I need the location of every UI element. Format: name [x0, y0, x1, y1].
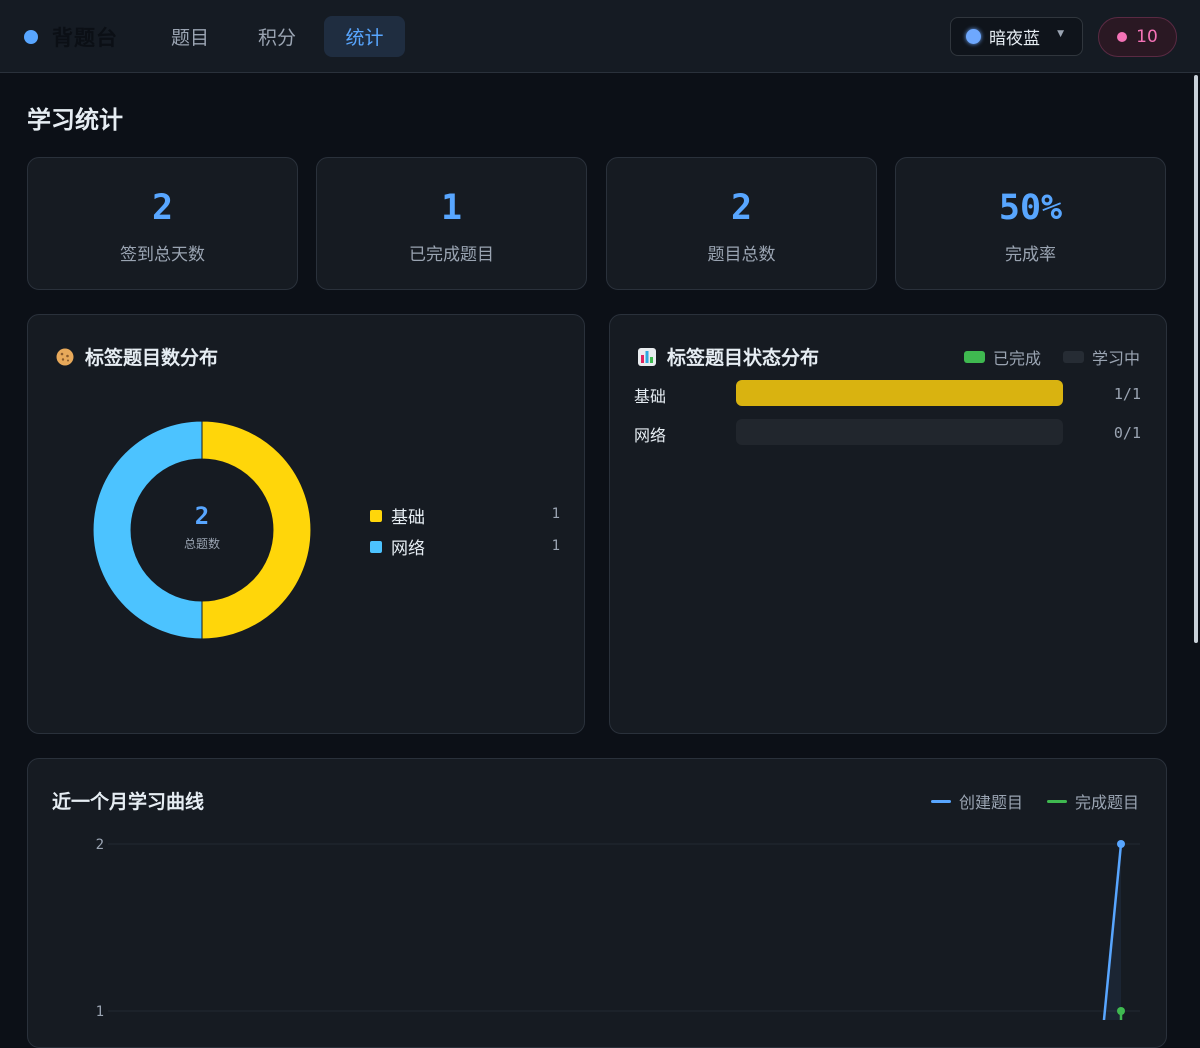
- legend-label: 创建题目: [959, 793, 1024, 812]
- bar-label-network: 网络: [634, 426, 667, 445]
- bar-count-basic: 1/1: [1113, 385, 1141, 403]
- legend-count: 1: [551, 538, 560, 554]
- y-tick-label: 2: [96, 837, 104, 853]
- chevron-down-icon: ▼: [1057, 29, 1064, 39]
- panel-title-text: 标签题目数分布: [85, 347, 219, 369]
- legend-item-created: 创建题目: [931, 789, 1023, 813]
- tag-distribution-title: 标签题目数分布: [55, 343, 218, 370]
- legend-swatch: [931, 799, 951, 803]
- legend-item-completed: 已完成: [964, 345, 1041, 369]
- legend-swatch: [370, 509, 382, 522]
- legend-label: 完成题目: [1075, 793, 1140, 812]
- theme-color-dot-icon: [966, 29, 981, 44]
- brand-dot-icon: [24, 30, 38, 44]
- stat-label: 题目总数: [707, 245, 776, 265]
- bar-track-network: [736, 419, 1063, 445]
- legend-item-network: 网络: [370, 534, 425, 559]
- panel-title-text: 标签题目状态分布: [667, 347, 820, 369]
- tab-points[interactable]: 积分: [242, 16, 312, 57]
- points-badge[interactable]: 10: [1098, 17, 1177, 57]
- legend-item-basic: 基础: [370, 503, 425, 528]
- stat-label: 签到总天数: [120, 245, 205, 265]
- theme-select-value: 暗夜蓝: [989, 29, 1040, 49]
- legend-count: 1: [551, 506, 560, 522]
- bar-count-network: 0/1: [1113, 424, 1141, 442]
- scrollbar-thumb[interactable]: [1194, 75, 1198, 643]
- stat-value: 50%: [998, 188, 1063, 228]
- donut-slice-basic[interactable]: [201, 420, 312, 640]
- stat-label: 已完成题目: [409, 245, 494, 265]
- y-tick-label: 1: [96, 1004, 104, 1020]
- bar-track-basic: [736, 380, 1063, 406]
- tab-statistics[interactable]: 统计: [324, 16, 405, 57]
- stat-card-checkin-days: 2 签到总天数: [27, 157, 298, 290]
- stat-label: 完成率: [1005, 245, 1056, 265]
- learning-curve-title: 近一个月学习曲线: [52, 791, 205, 813]
- tag-status-title: 标签题目状态分布: [637, 343, 819, 370]
- stat-card-completed: 1 已完成题目: [316, 157, 587, 290]
- stat-value: 2: [730, 188, 753, 228]
- donut-total-value: 2: [195, 502, 209, 530]
- bar-fill-basic: [736, 380, 1063, 406]
- page-scrollbar[interactable]: [1192, 73, 1200, 1020]
- learning-curve-chart: 2 1: [96, 837, 1140, 1020]
- page-title: 学习统计: [27, 106, 123, 134]
- legend-swatch: [1047, 799, 1067, 803]
- legend-label: 已完成: [993, 349, 1042, 368]
- donut-total-label: 总题数: [184, 536, 220, 551]
- points-dot-icon: [1117, 32, 1128, 42]
- legend-item-completed-line: 完成题目: [1047, 789, 1139, 813]
- legend-label: 网络: [391, 539, 425, 559]
- donut-slice-network[interactable]: [92, 420, 203, 640]
- created-point[interactable]: [1117, 840, 1125, 848]
- completed-point[interactable]: [1117, 1007, 1125, 1015]
- tab-questions[interactable]: 题目: [155, 16, 225, 57]
- tag-status-panel: [609, 314, 1167, 734]
- brand-name: 背题台: [52, 26, 118, 50]
- legend-swatch: [964, 351, 985, 363]
- bar-label-basic: 基础: [634, 387, 667, 406]
- stat-card-completion-rate: 50% 完成率: [895, 157, 1166, 290]
- legend-swatch: [370, 540, 382, 553]
- stat-value: 1: [440, 188, 463, 228]
- stat-card-total-questions: 2 题目总数: [606, 157, 877, 290]
- stat-value: 2: [151, 188, 174, 228]
- bar-chart-icon: [637, 347, 657, 367]
- points-value: 10: [1136, 27, 1158, 47]
- legend-label: 学习中: [1092, 349, 1141, 368]
- donut-chart: 2 总题数: [92, 420, 312, 640]
- theme-select[interactable]: 暗夜蓝 ▼: [950, 17, 1083, 56]
- top-bar: 背题台 题目 积分 统计 暗夜蓝 ▼ 10: [0, 0, 1200, 73]
- cookie-icon: [55, 347, 75, 367]
- legend-label: 基础: [391, 508, 425, 528]
- brand[interactable]: 背题台: [24, 22, 118, 52]
- legend-swatch: [1063, 351, 1084, 363]
- legend-item-learning: 学习中: [1063, 345, 1140, 369]
